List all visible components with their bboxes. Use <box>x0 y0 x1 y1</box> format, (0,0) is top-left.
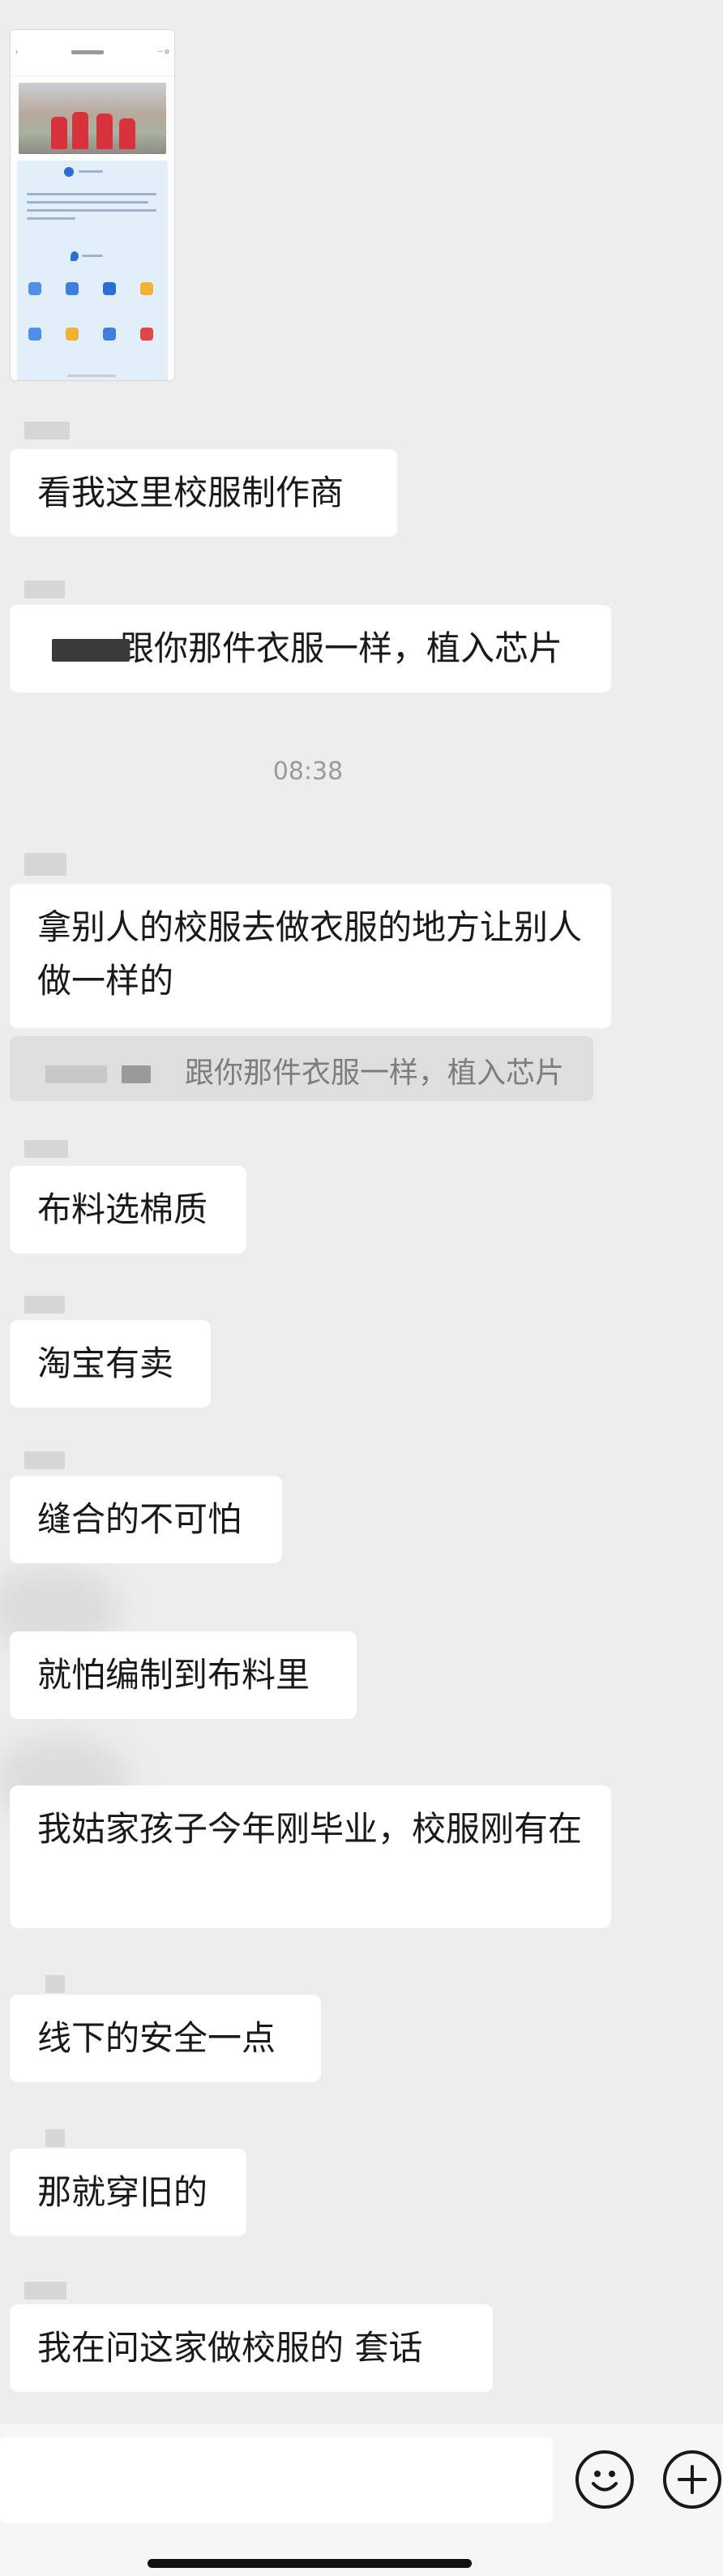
message-text: 淘宝有卖 <box>37 1344 174 1383</box>
thumbnail-location-icon <box>71 251 79 261</box>
sender-name-blurred <box>45 1975 65 1993</box>
message-bubble[interactable]: 就怕编制到布料里 <box>10 1631 357 1719</box>
thumbnail-app-icon <box>66 328 79 341</box>
thumbnail-student-figure <box>72 112 88 149</box>
redacted-name-blur <box>52 639 130 662</box>
message-bubble[interactable]: 布料选棉质 <box>10 1166 246 1254</box>
thumbnail-text-line <box>27 193 156 195</box>
thumbnail-more-icon: ··· ⊙ <box>157 49 169 55</box>
thumbnail-student-figure <box>51 117 67 149</box>
message-text: 我姑家孩子今年刚毕业，校服刚有在 <box>37 1809 583 1849</box>
message-bubble[interactable]: 线下的安全一点 <box>10 1995 321 2082</box>
message-text: 跟你那件衣服一样，植入芯片 <box>120 628 563 668</box>
message-bubble[interactable]: 看我这里校服制作商 <box>10 449 397 537</box>
sender-name-blurred <box>45 2129 65 2147</box>
message-bubble[interactable]: 跟你那件衣服一样，植入芯片 <box>10 605 611 692</box>
message-bubble[interactable]: 缝合的不可怕 <box>10 1476 282 1563</box>
message-bubble[interactable]: 我姑家孩子今年刚毕业，校服刚有在 <box>10 1785 611 1928</box>
quoted-message-text: 跟你那件衣服一样，植入芯片 <box>185 1057 565 1090</box>
thumbnail-home-indicator <box>67 375 116 377</box>
thumbnail-title-blur <box>71 49 105 54</box>
message-text: 我在问这家做校服的 套话 <box>37 2328 423 2368</box>
message-bubble[interactable]: 那就穿旧的 <box>10 2149 246 2236</box>
thumbnail-title-bar: ‹ ··· ⊙ <box>11 41 174 62</box>
thumbnail-app-icon <box>103 328 116 341</box>
thumbnail-app-icon <box>66 282 79 295</box>
thumbnail-text-line <box>27 201 148 204</box>
sender-name-blurred <box>24 581 65 598</box>
thumbnail-info-panel <box>17 161 168 380</box>
message-text: 线下的安全一点 <box>37 2018 276 2058</box>
sender-name-blurred <box>24 1296 65 1314</box>
message-text: 缝合的不可怕 <box>37 1499 242 1539</box>
message-input-field[interactable] <box>0 2437 553 2523</box>
message-text: 那就穿旧的 <box>37 2172 208 2212</box>
thumbnail-text-line <box>82 255 103 257</box>
thumbnail-app-icon <box>140 282 153 295</box>
plus-circle-icon[interactable] <box>663 2450 721 2509</box>
quoted-sender-blurred <box>45 1065 107 1083</box>
message-bubble[interactable]: 淘宝有卖 <box>10 1320 211 1408</box>
message-text: 布料选棉质 <box>37 1189 208 1229</box>
quoted-message[interactable]: 跟你那件衣服一样，植入芯片 <box>10 1036 593 1101</box>
message-bubble[interactable]: 拿别人的校服去做衣服的地方让别人做一样的 <box>10 884 611 1028</box>
thumbnail-app-icon <box>140 328 153 341</box>
thumbnail-text-line <box>27 217 75 220</box>
thumbnail-text-line <box>27 209 156 212</box>
message-bubble[interactable]: 我在问这家做校服的 套话 <box>10 2304 493 2392</box>
thumbnail-text-line <box>79 170 103 173</box>
chat-timestamp: 08:38 <box>272 757 344 786</box>
quoted-sender-blurred <box>122 1065 151 1083</box>
message-text: 就怕编制到布料里 <box>37 1655 310 1695</box>
home-indicator[interactable] <box>148 2559 472 2568</box>
thumbnail-student-figure <box>96 114 113 149</box>
sender-name-blurred <box>24 853 66 876</box>
smiley-face-icon[interactable] <box>575 2450 634 2509</box>
shared-screenshot-image[interactable]: ‹ ··· ⊙ <box>10 29 175 381</box>
thumbnail-logo-icon <box>64 167 74 177</box>
thumbnail-app-icon <box>28 282 41 295</box>
thumbnail-back-icon: ‹ <box>15 49 18 55</box>
plus-glyph <box>678 2465 707 2494</box>
message-text: 拿别人的校服去做衣服的地方让别人做一样的 <box>37 907 583 1001</box>
thumbnail-app-icon <box>103 282 116 295</box>
sender-name-blurred <box>24 1140 68 1158</box>
thumbnail-students-photo <box>19 83 166 154</box>
sender-name-blurred <box>24 1451 65 1469</box>
thumbnail-student-figure <box>119 118 135 149</box>
thumbnail-tabs <box>11 62 174 76</box>
sender-name-blurred <box>24 422 70 439</box>
sender-name-blurred <box>24 2282 66 2300</box>
message-text: 看我这里校服制作商 <box>37 473 344 512</box>
thumbnail-status-bar <box>11 30 174 41</box>
thumbnail-app-icon <box>28 328 41 341</box>
smiley-face-glyph <box>592 2471 618 2492</box>
